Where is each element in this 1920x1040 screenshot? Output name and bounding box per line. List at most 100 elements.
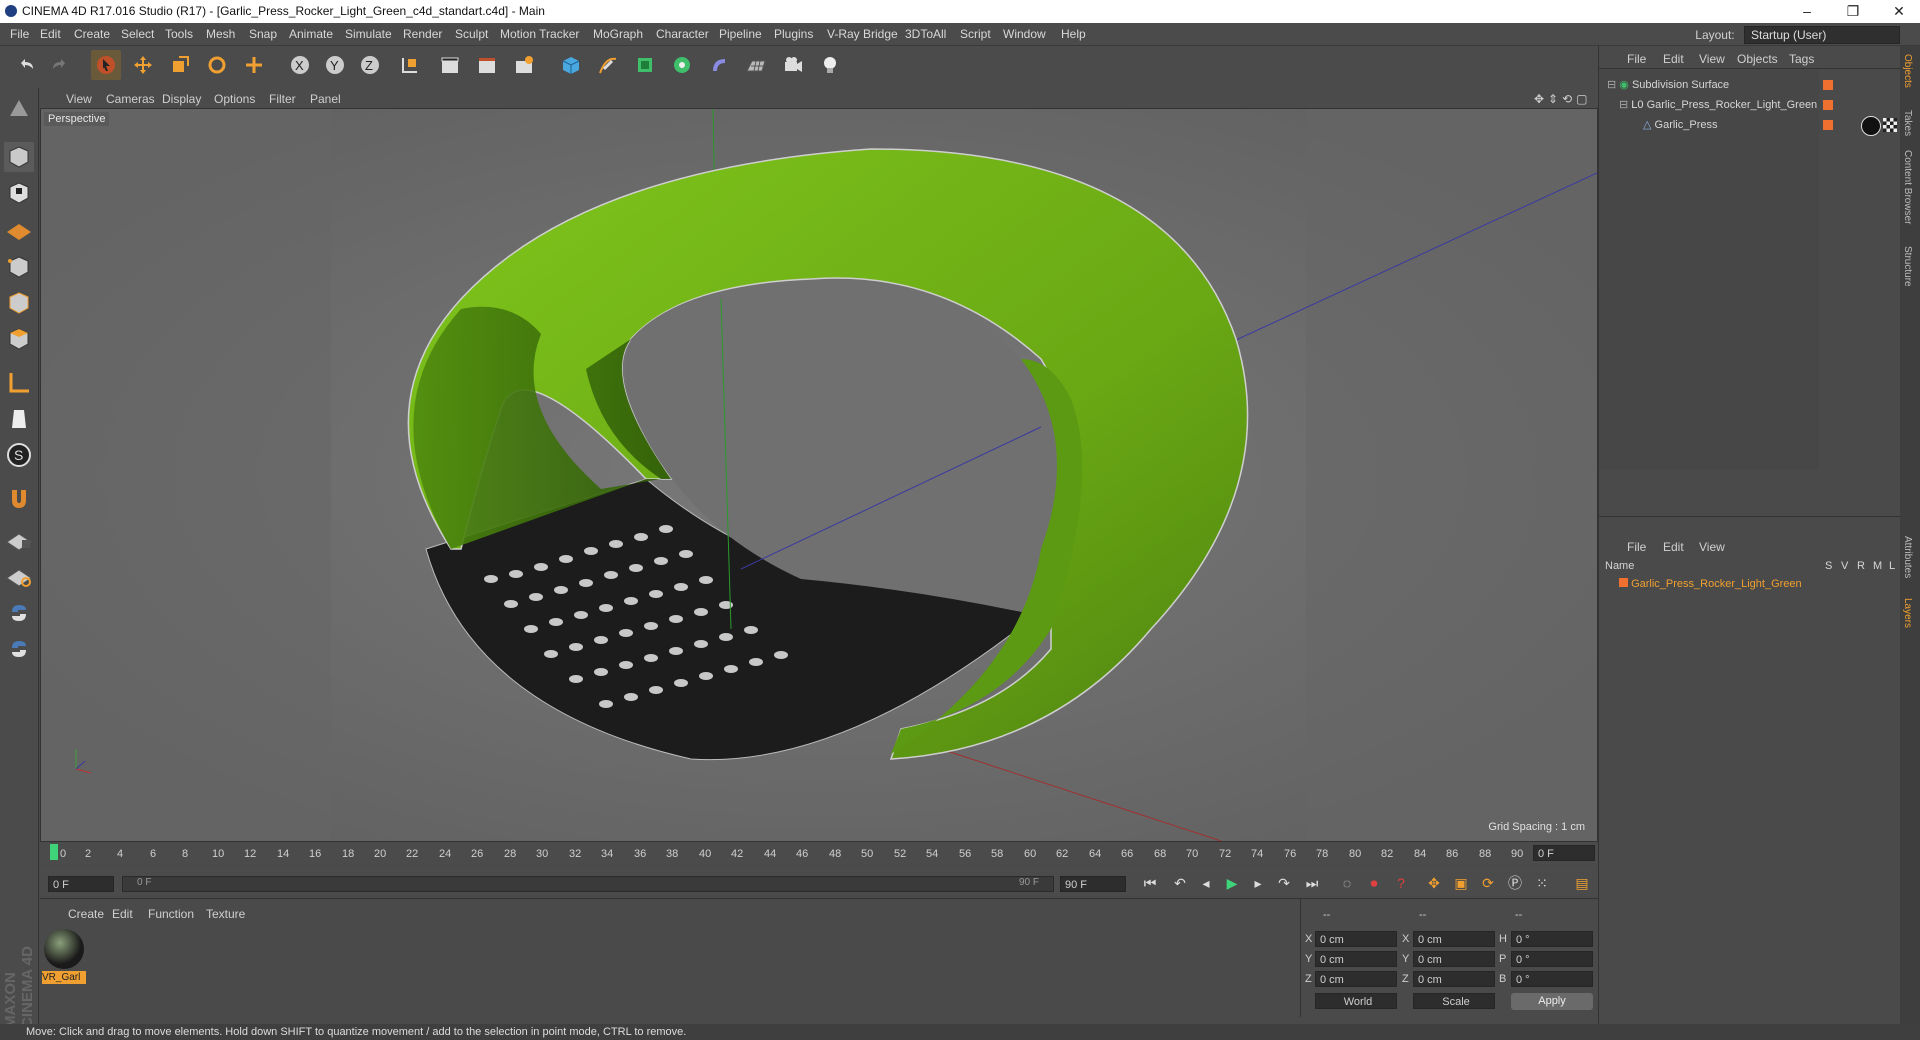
size-mode-dropdown[interactable]: Scale [1413,993,1495,1009]
object-row-subdivision[interactable]: ⊟ ◉ Subdivision Surface [1607,78,1729,91]
menu-plugins[interactable]: Plugins [774,27,813,41]
menu-mesh[interactable]: Mesh [206,27,235,41]
layers-menu-edit[interactable]: Edit [1663,540,1684,554]
menu-animate[interactable]: Animate [289,27,333,41]
objects-menu-file[interactable]: File [1627,52,1646,66]
play-button[interactable]: ▶ [1220,872,1244,894]
solo-button[interactable]: S [4,440,34,470]
rotate-tool-button[interactable] [202,50,232,80]
viewport-nav-icons[interactable]: ✥⇕⟲▢ [1534,92,1592,106]
texture-tag-icon[interactable] [1883,118,1897,132]
render-picture-viewer-button[interactable] [472,50,502,80]
polygons-mode-button[interactable] [4,324,34,354]
axis-mode-button[interactable] [4,368,34,398]
deformer-button[interactable] [704,50,734,80]
rotation-h-field[interactable]: 0 ° [1511,931,1593,947]
menu-simulate[interactable]: Simulate [345,27,392,41]
apply-button[interactable]: Apply [1511,993,1593,1010]
menu-create[interactable]: Create [74,27,110,41]
goto-end-button[interactable]: ⏭ [1300,872,1324,894]
python-script-2-button[interactable] [4,634,34,664]
tab-structure[interactable]: Structure [1902,246,1913,287]
menu-edit[interactable]: Edit [40,27,61,41]
material-menu-function[interactable]: Function [148,907,194,921]
menu-file[interactable]: File [10,27,29,41]
scale-tool-button[interactable] [165,50,195,80]
menu-render[interactable]: Render [403,27,442,41]
layers-menu-view[interactable]: View [1699,540,1725,554]
position-z-field[interactable]: 0 cm [1315,971,1397,987]
material-menu-edit[interactable]: Edit [112,907,133,921]
viewport-menu-panel[interactable]: Panel [310,92,341,106]
viewport-menu-filter[interactable]: Filter [269,92,296,106]
menu-mograph[interactable]: MoGraph [593,27,643,41]
model-mode-button[interactable] [4,142,34,172]
texture-mode-button[interactable] [4,178,34,208]
python-script-button[interactable] [4,598,34,628]
layout-dropdown[interactable]: Startup (User) [1744,26,1900,44]
y-axis-button[interactable]: Y [320,50,350,80]
menu-motion-tracker[interactable]: Motion Tracker [500,27,579,41]
render-view-button[interactable] [435,50,465,80]
tab-attributes[interactable]: Attributes [1902,536,1913,578]
menu-help[interactable]: Help [1061,27,1086,41]
layer-row[interactable]: Garlic_Press_Rocker_Light_Green [1619,578,1802,590]
timeline-ruler[interactable]: 0 2 4 6 8 10 12 14 16 18 20 22 24 26 28 … [40,842,1598,864]
menu-snap[interactable]: Snap [249,27,277,41]
restore-button[interactable]: ❐ [1836,0,1870,23]
menu-3dtoall[interactable]: 3DToAll [905,27,946,41]
tab-takes[interactable]: Takes [1902,110,1913,136]
timeline-window-button[interactable]: ▤ [1570,872,1594,894]
cube-primitive-button[interactable] [556,50,586,80]
prev-frame-button[interactable]: ◂ [1194,872,1218,894]
menu-character[interactable]: Character [656,27,709,41]
material-swatch[interactable]: VR_Garl [42,927,86,985]
layer-color-icon[interactable] [1823,80,1833,90]
undo-button[interactable] [12,50,42,80]
render-settings-button[interactable] [509,50,539,80]
material-menu-create[interactable]: Create [68,907,104,921]
key-position-button[interactable]: ✥ [1422,872,1446,894]
viewport-menu-options[interactable]: Options [214,92,255,106]
object-row-garlic-press[interactable]: △ Garlic_Press [1643,118,1718,131]
current-frame-field[interactable]: 0 F [48,876,114,892]
key-scale-button[interactable]: ▣ [1449,872,1473,894]
record-off-button[interactable]: ◌ [1335,872,1359,894]
playhead[interactable] [50,844,58,860]
key-pla-button[interactable]: ⁙ [1530,872,1554,894]
3d-viewport[interactable]: Perspective Grid Spacing : 1 cm [40,108,1598,842]
menu-sculpt[interactable]: Sculpt [455,27,488,41]
frame-range-slider[interactable]: 0 F 90 F [122,876,1054,892]
material-tag-icon[interactable] [1861,116,1881,136]
points-mode-button[interactable] [4,252,34,282]
light-button[interactable] [815,50,845,80]
menu-tools[interactable]: Tools [165,27,193,41]
select-tool-button[interactable] [91,50,121,80]
objects-menu-view[interactable]: View [1699,52,1725,66]
next-key-button[interactable]: ↷ [1272,872,1296,894]
edges-mode-button[interactable] [4,288,34,318]
workplane-mode-button[interactable] [4,214,34,244]
x-axis-button[interactable]: X [285,50,315,80]
goto-start-button[interactable]: ⏮ [1138,872,1162,894]
viewport-menu-display[interactable]: Display [162,92,201,106]
objects-menu-tags[interactable]: Tags [1789,52,1814,66]
coordinate-system-button[interactable] [395,50,425,80]
minimize-button[interactable]: – [1790,0,1824,23]
position-x-field[interactable]: 0 cm [1315,931,1397,947]
z-axis-button[interactable]: Z [355,50,385,80]
timeline-frame-field[interactable]: 0 F [1533,845,1595,861]
key-rotation-button[interactable]: ⟳ [1476,872,1500,894]
autokey-button[interactable]: ? [1389,872,1413,894]
layer-color-icon[interactable] [1823,100,1833,110]
rotation-b-field[interactable]: 0 ° [1511,971,1593,987]
lock-workplane-button[interactable] [4,524,34,554]
rotation-p-field[interactable]: 0 ° [1511,951,1593,967]
mograph-cloner-button[interactable] [667,50,697,80]
menu-select[interactable]: Select [121,27,154,41]
size-y-field[interactable]: 0 cm [1413,951,1495,967]
move-tool-button[interactable] [128,50,158,80]
object-row-rocker[interactable]: ⊟ L0 Garlic_Press_Rocker_Light_Green [1619,98,1817,111]
layer-color-icon[interactable] [1823,120,1833,130]
make-editable-button[interactable] [4,94,34,124]
